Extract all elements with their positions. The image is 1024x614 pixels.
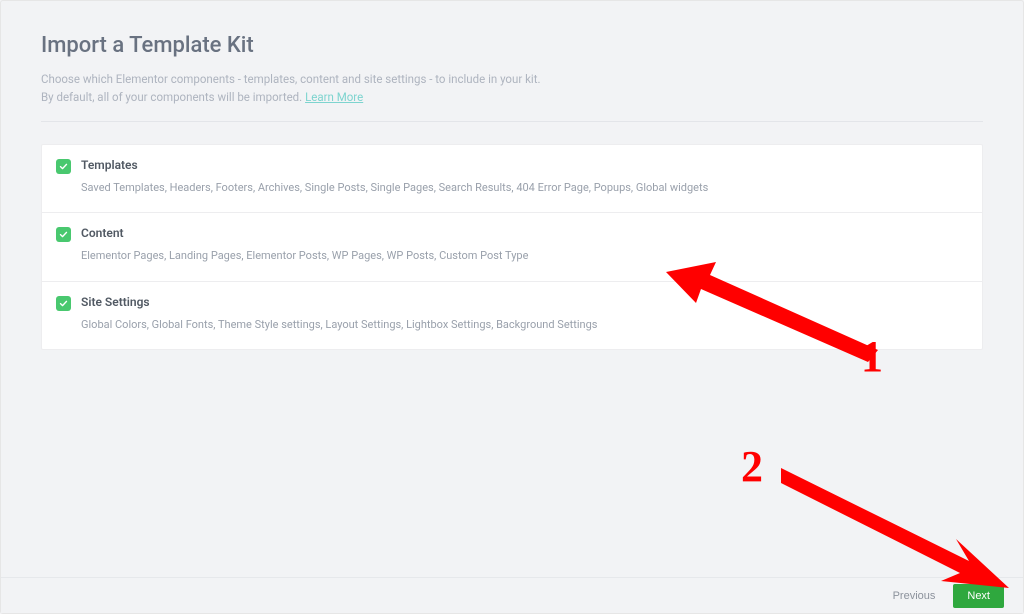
option-title: Content (81, 226, 528, 240)
option-title: Templates (81, 158, 708, 172)
option-title: Site Settings (81, 295, 597, 309)
option-desc: Saved Templates, Headers, Footers, Archi… (81, 180, 708, 197)
checkbox-templates[interactable] (56, 159, 71, 174)
import-options-card: Templates Saved Templates, Headers, Foot… (41, 144, 983, 351)
check-icon (59, 230, 68, 239)
option-row-templates: Templates Saved Templates, Headers, Foot… (42, 145, 982, 214)
desc-line1: Choose which Elementor components - temp… (41, 72, 541, 86)
check-icon (59, 162, 68, 171)
checkbox-content[interactable] (56, 227, 71, 242)
next-button[interactable]: Next (953, 584, 1004, 608)
annotation-arrow-2 (781, 461, 1011, 591)
option-row-site-settings: Site Settings Global Colors, Global Font… (42, 282, 982, 350)
checkbox-site-settings[interactable] (56, 296, 71, 311)
desc-line2: By default, all of your components will … (41, 90, 305, 104)
previous-button[interactable]: Previous (881, 584, 948, 608)
option-row-content: Content Elementor Pages, Landing Pages, … (42, 213, 982, 282)
option-desc: Elementor Pages, Landing Pages, Elemento… (81, 248, 528, 265)
page-desc: Choose which Elementor components - temp… (41, 70, 983, 121)
learn-more-link[interactable]: Learn More (305, 90, 363, 104)
page-title: Import a Template Kit (41, 33, 983, 58)
divider (41, 121, 983, 122)
option-desc: Global Colors, Global Fonts, Theme Style… (81, 317, 597, 334)
check-icon (59, 299, 68, 308)
annotation-label-2: 2 (741, 441, 763, 492)
footer-bar: Previous Next (1, 577, 1023, 613)
